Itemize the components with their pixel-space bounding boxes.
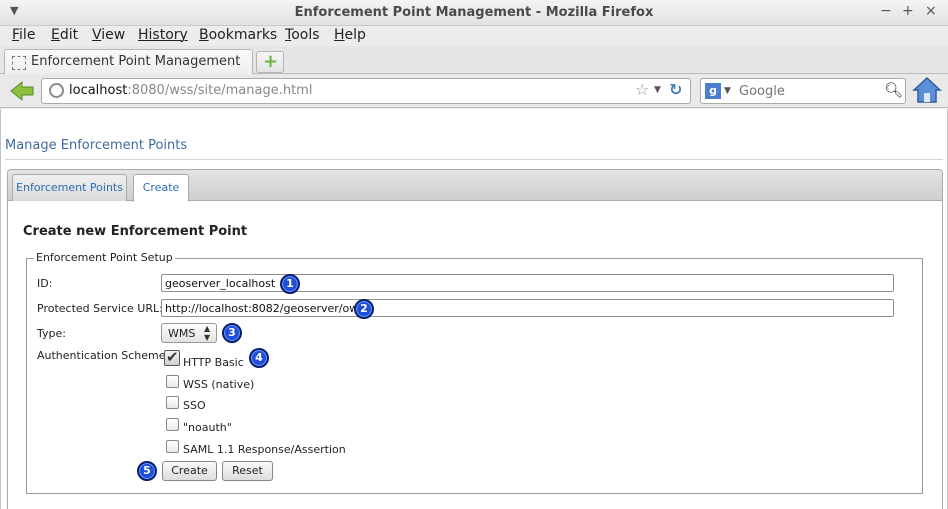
navigation-toolbar: localhost:8080/wss/site/manage.html ☆ ▼ … (0, 74, 948, 108)
menu-edit-mnemonic: E (51, 27, 60, 43)
plus-icon: + (263, 51, 279, 72)
url-host: localhost (69, 83, 128, 98)
form-title: Create new Enforcement Point (23, 224, 248, 239)
callout-marker-2: 2 (354, 299, 374, 319)
checkbox-saml[interactable] (166, 440, 179, 453)
menu-help-rest: elp (344, 27, 366, 43)
url-bar[interactable]: localhost:8080/wss/site/manage.html ☆ ▼ … (41, 78, 691, 104)
menu-view[interactable]: View (92, 27, 125, 43)
minimize-button[interactable]: − (880, 3, 892, 19)
checkbox-sso[interactable] (166, 396, 179, 409)
url-path: :8080/wss/site/manage.html (127, 83, 313, 98)
bookmark-star-icon[interactable]: ☆ (635, 80, 649, 99)
page-favicon-icon (12, 56, 26, 70)
type-select[interactable]: WMS ▲ ▼ (161, 323, 217, 343)
home-button[interactable] (912, 76, 942, 104)
search-engine-dropdown-icon[interactable]: ▼ (724, 86, 731, 96)
id-label: ID: (37, 277, 53, 290)
menu-view-mnemonic: V (92, 27, 102, 43)
protected-service-url-label: Protected Service URL: (37, 302, 163, 315)
google-engine-icon[interactable]: g (705, 83, 721, 99)
menu-history-label: History (138, 27, 188, 43)
fieldset-legend: Enforcement Point Setup (34, 251, 175, 264)
page-content: Manage Enforcement Points Enforcement Po… (0, 109, 948, 509)
menu-tools[interactable]: Tools (285, 27, 320, 43)
checkbox-label-saml: SAML 1.1 Response/Assertion (183, 443, 346, 456)
search-box[interactable]: g ▼ 🔍︎ (700, 78, 906, 104)
checkmark-icon: ✔ (166, 348, 179, 366)
url-history-dropdown-icon[interactable]: ▼ (654, 85, 661, 95)
close-button[interactable]: × (925, 3, 937, 19)
browser-tab-strip: Enforcement Point Management + (0, 46, 948, 75)
tab-panel-bar: Enforcement Points Create (8, 170, 942, 202)
create-button[interactable]: Create (162, 461, 217, 481)
authentication-schemes-label: Authentication Schemes: (37, 349, 175, 362)
search-icon[interactable]: 🔍︎ (884, 81, 903, 99)
url-text[interactable]: localhost:8080/wss/site/manage.html (69, 83, 312, 98)
updown-arrows-icon: ▲ ▼ (204, 324, 211, 342)
globe-icon (49, 83, 64, 98)
maximize-button[interactable]: + (902, 3, 914, 19)
window-titlebar: ▼ Enforcement Point Management - Mozilla… (0, 0, 948, 26)
checkbox-http-basic[interactable]: ✔ (164, 348, 180, 366)
menu-file-rest: ile (19, 27, 36, 43)
callout-marker-3: 3 (222, 323, 242, 343)
menu-history[interactable]: History (138, 27, 188, 43)
menu-file-mnemonic: F (12, 27, 20, 43)
reload-icon[interactable]: ↻ (669, 80, 682, 99)
callout-marker-4: 4 (249, 348, 269, 368)
checkbox-label-noauth: "noauth" (183, 421, 232, 434)
back-arrow-icon (10, 80, 34, 102)
menu-help-mnemonic: H (334, 27, 345, 43)
callout-marker-5: 5 (137, 461, 157, 481)
checkbox-wss-native[interactable] (166, 375, 179, 388)
new-tab-button[interactable]: + (256, 51, 284, 73)
home-icon (912, 76, 942, 103)
tab-create[interactable]: Create (133, 174, 189, 202)
page-title: Manage Enforcement Points (5, 138, 188, 153)
tab-enforcement-points[interactable]: Enforcement Points (12, 174, 127, 201)
type-select-value: WMS (168, 327, 196, 340)
checkbox-noauth[interactable] (166, 418, 179, 431)
menu-edit-rest: dit (59, 27, 79, 43)
menu-bar: File Edit View History Bookmarks Tools H… (0, 26, 948, 46)
id-input[interactable] (161, 274, 894, 292)
menu-tools-rest: ools (291, 27, 320, 43)
browser-tab-active[interactable]: Enforcement Point Management (4, 49, 253, 75)
back-button[interactable] (9, 80, 35, 102)
search-input[interactable] (737, 82, 877, 100)
menu-file[interactable]: File (12, 27, 35, 43)
checkbox-label-http-basic: HTTP Basic (183, 356, 244, 369)
browser-tab-label: Enforcement Point Management (31, 54, 241, 69)
reset-button[interactable]: Reset (222, 461, 273, 481)
type-label: Type: (37, 327, 66, 340)
menu-edit[interactable]: Edit (51, 27, 78, 43)
menu-bookmarks-rest: ookmarks (208, 27, 278, 43)
window-title: Enforcement Point Management - Mozilla F… (294, 5, 654, 20)
menu-bookmarks-mnemonic: B (199, 27, 209, 43)
protected-service-url-input[interactable] (161, 299, 894, 317)
callout-marker-1: 1 (280, 274, 300, 294)
enforcement-point-fieldset (26, 258, 923, 494)
menu-help[interactable]: Help (334, 27, 366, 43)
menu-view-rest: iew (101, 27, 126, 43)
checkbox-label-sso: SSO (183, 399, 206, 412)
checkbox-label-wss-native: WSS (native) (183, 378, 255, 391)
title-divider (5, 159, 943, 160)
menu-bookmarks[interactable]: Bookmarks (199, 27, 277, 43)
